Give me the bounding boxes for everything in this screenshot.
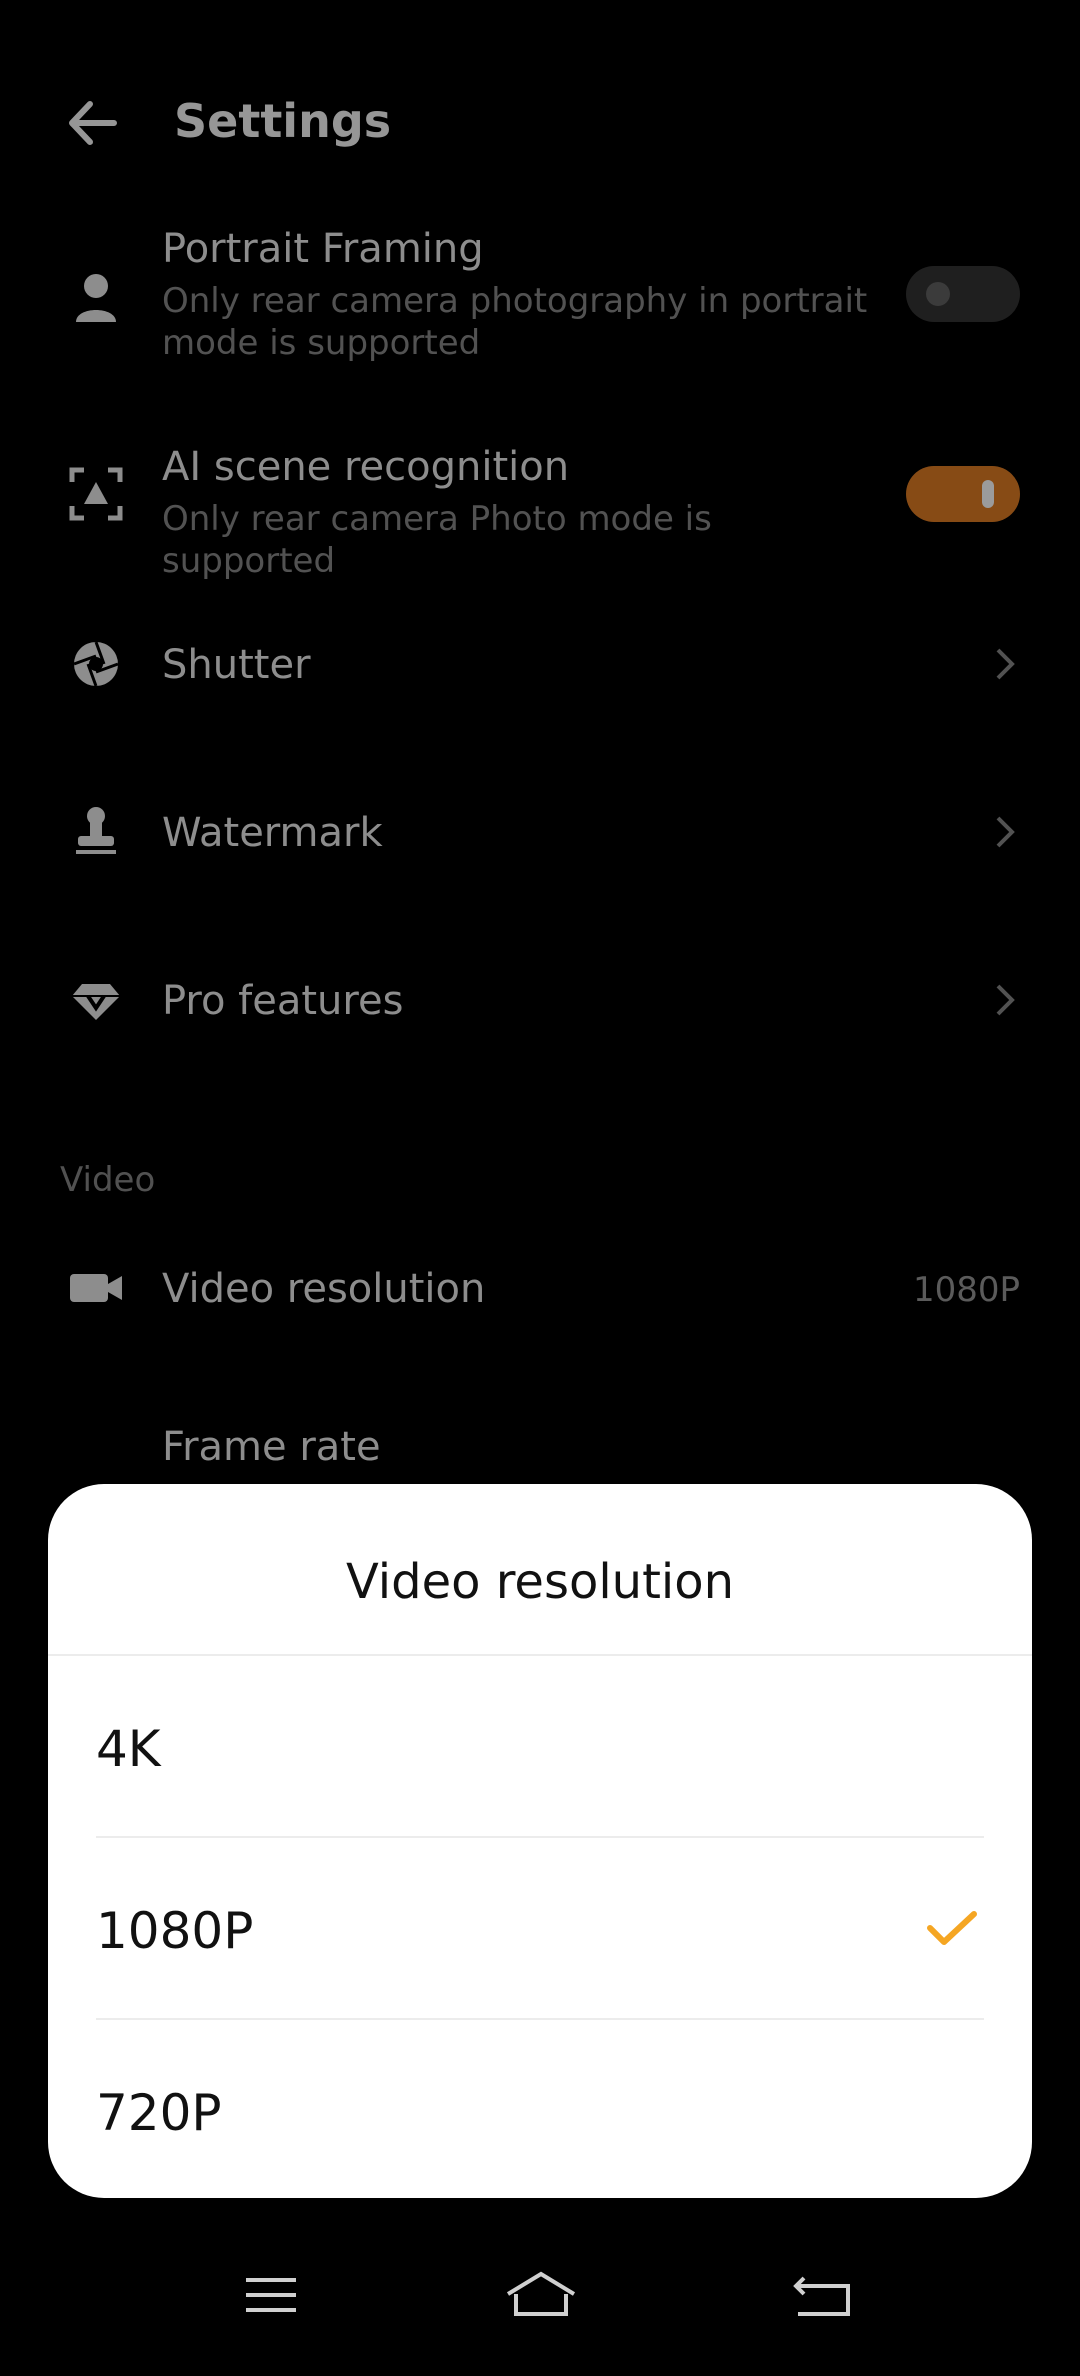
menu-button[interactable] (226, 2260, 316, 2330)
checkmark-icon (927, 1911, 977, 1945)
option-4k[interactable]: 4K (48, 1656, 1032, 1836)
option-720p[interactable]: 720P (48, 2020, 1032, 2198)
option-label: 4K (96, 1720, 161, 1778)
back-nav-button[interactable] (776, 2260, 866, 2330)
option-label: 720P (96, 2084, 222, 2142)
camera-settings-screen: Settings Portrait Framing Only rear came… (0, 0, 1080, 2376)
option-1080p[interactable]: 1080P (48, 1838, 1032, 2018)
option-label: 1080P (96, 1902, 254, 1960)
menu-icon (246, 2278, 296, 2312)
return-icon (793, 2276, 850, 2316)
dialog-title: Video resolution (345, 1554, 735, 1610)
video-resolution-dialog: Video resolution 4K 1080P 720P (48, 1484, 1032, 2198)
home-icon (506, 2271, 576, 2316)
home-button[interactable] (496, 2260, 586, 2330)
system-nav-bar (0, 2230, 1080, 2376)
